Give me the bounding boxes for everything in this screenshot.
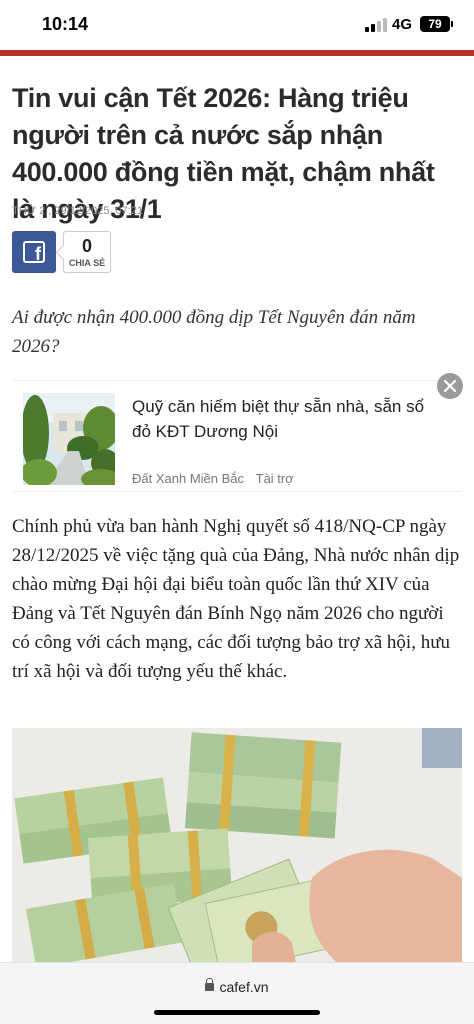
home-indicator[interactable]	[154, 1010, 320, 1015]
header-accent-rule	[0, 50, 474, 56]
share-count: 0	[81, 236, 92, 256]
ad-headline[interactable]: Quỹ căn hiếm biệt thự sẵn nhà, sẵn sổ đỏ…	[132, 394, 432, 444]
url-display[interactable]: cafef.vn	[0, 978, 474, 995]
close-ad-button[interactable]	[437, 373, 463, 399]
article-sapo: Ai được nhận 400.000 đồng dịp Tết Nguyên…	[12, 307, 416, 357]
ad-source-line: Đất Xanh Miền Bắc Tài trợ	[132, 471, 294, 486]
lock-icon	[205, 978, 215, 991]
status-time: 10:14	[42, 14, 89, 34]
browser-address-bar[interactable]: cafef.vn	[0, 962, 474, 1024]
battery-icon: 79	[420, 16, 453, 32]
facebook-share-button[interactable]: f	[12, 231, 56, 273]
article-photo[interactable]	[12, 728, 462, 968]
ad-sponsored-label: Tài trợ	[255, 471, 294, 486]
share-label: CHIA SẺ	[68, 258, 106, 268]
url-text: cafef.vn	[219, 979, 269, 995]
share-widget: f 0 CHIA SẺ	[12, 231, 111, 273]
ad-advertiser: Đất Xanh Miền Bắc	[132, 471, 245, 486]
article-date: THỨ 2 , 29/12/2025, 07:21	[12, 205, 144, 217]
ad-image[interactable]	[23, 393, 115, 485]
article-body-paragraph: Chính phủ vừa ban hành Nghị quyết số 418…	[12, 516, 460, 682]
share-count-box: 0 CHIA SẺ	[63, 231, 111, 273]
status-bar: 10:14 4G 79	[0, 0, 474, 50]
network-label: 4G	[392, 16, 413, 33]
facebook-icon: f	[23, 241, 45, 263]
close-icon	[444, 380, 456, 392]
signal-icon	[365, 18, 387, 32]
sponsored-ad[interactable]: Quỹ căn hiếm biệt thự sẵn nhà, sẵn sổ đỏ…	[12, 373, 463, 492]
